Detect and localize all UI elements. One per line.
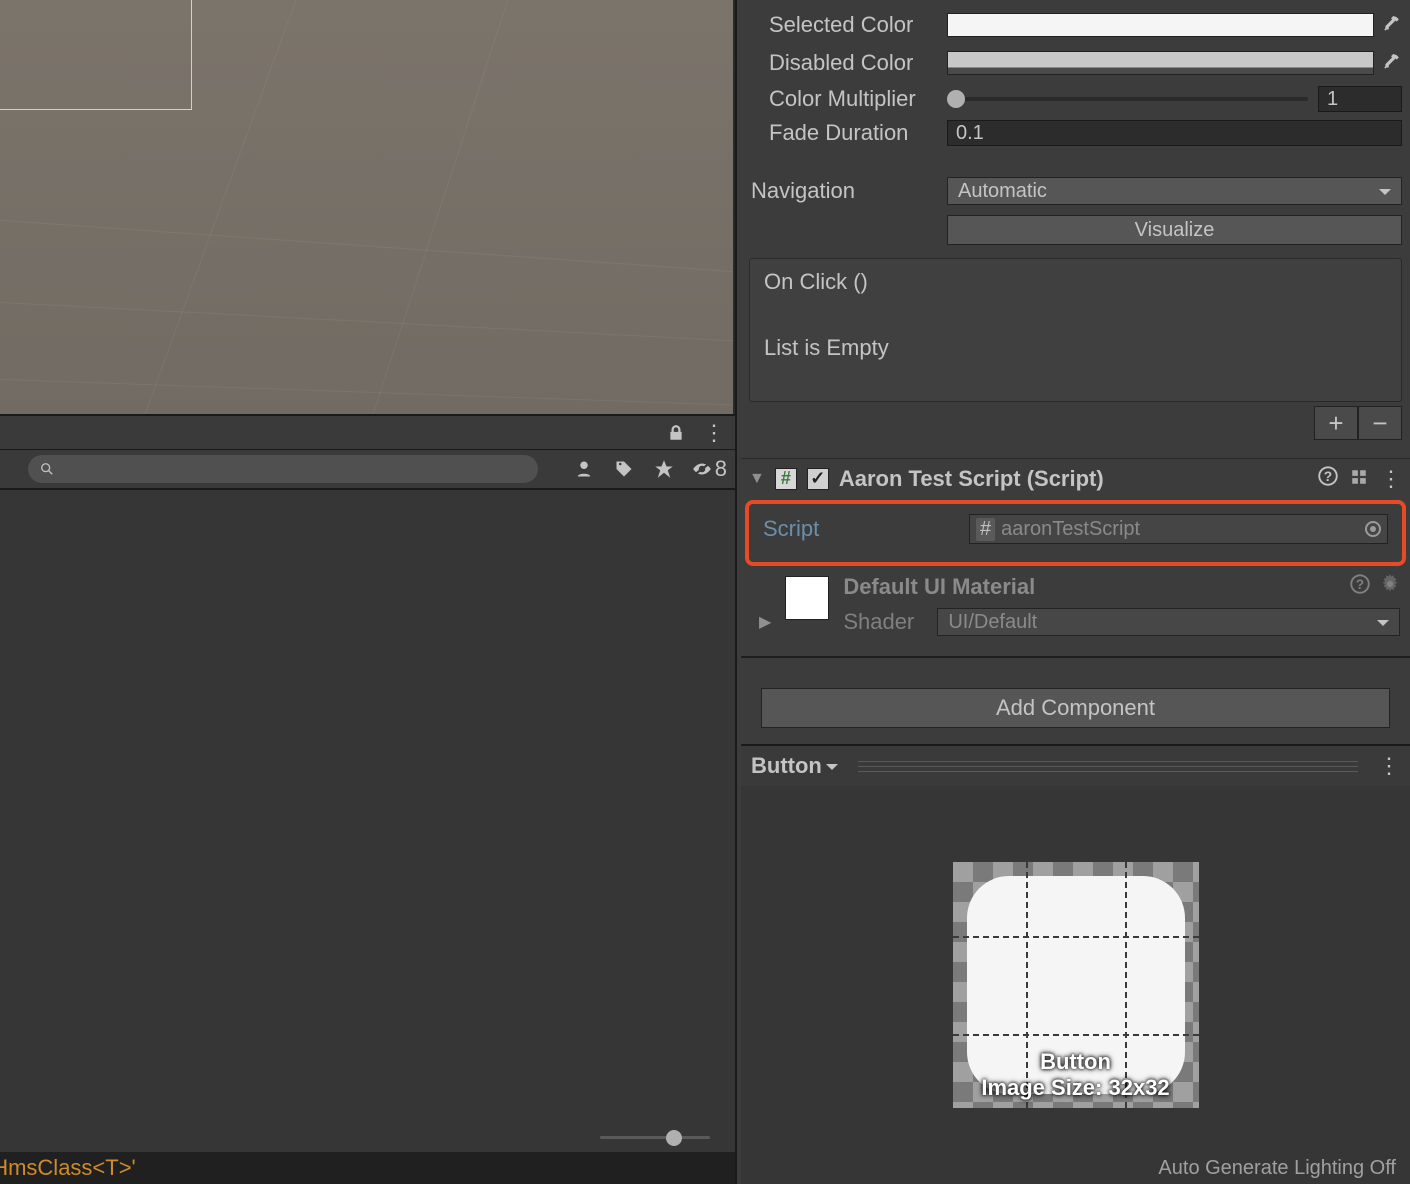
filter-by-label-icon[interactable] [611,456,637,482]
project-toolbar: 8 [0,450,735,490]
visualize-row: Visualize [741,212,1410,248]
svg-text:?: ? [1356,577,1364,592]
color-multiplier-slider[interactable] [947,97,1308,101]
sprite-preview: Button Image Size: 32x32 [953,862,1199,1108]
material-title: Default UI Material [843,574,1035,600]
onclick-empty: List is Empty [764,335,1387,361]
lighting-status: Auto Generate Lighting Off [1158,1157,1396,1180]
foldout-icon[interactable]: ▼ [749,470,765,488]
svg-text:?: ? [1324,469,1332,484]
fade-duration-value[interactable]: 0.1 [947,120,1402,146]
left-pane: ⋮ 8 [0,0,735,1184]
help-icon[interactable]: ? [1318,466,1338,492]
script-label: Script [763,516,969,542]
navigation-row: Navigation Automatic [741,170,1410,212]
selection-outline [0,0,192,110]
script-file-icon: # [775,468,797,490]
eyedropper-icon[interactable] [1380,54,1402,72]
shader-label: Shader [843,609,923,635]
panel-toolbar: ⋮ [0,414,735,450]
disabled-color-row: Disabled Color [741,44,1410,82]
color-multiplier-row: Color Multiplier 1 [741,82,1410,116]
preview-name[interactable]: Button [751,753,838,779]
add-event-button[interactable]: + [1314,406,1358,440]
shader-dropdown[interactable]: UI/Default [937,608,1400,636]
kebab-icon[interactable]: ⋮ [1378,753,1400,779]
thumbnail-size-slider[interactable] [600,1130,710,1144]
color-multiplier-value[interactable]: 1 [1318,86,1402,112]
kebab-icon[interactable]: ⋮ [701,420,727,446]
project-content[interactable] [0,490,735,1152]
filter-by-type-icon[interactable] [571,456,597,482]
inspector-panel: Pressed Color Selected Color Disabled Co… [735,0,1410,1184]
lock-icon[interactable] [663,420,689,446]
fade-duration-row: Fade Duration 0.1 [741,116,1410,150]
fade-duration-label: Fade Duration [769,120,947,146]
asset-preview-section: Button ⋮ Button Image Size: 32x32 [741,744,1410,1184]
script-value: aaronTestScript [1001,518,1140,541]
help-icon[interactable]: ? [1350,574,1370,600]
object-picker-icon[interactable] [1365,521,1381,537]
kebab-icon[interactable]: ⋮ [1380,466,1402,492]
selected-color-row: Selected Color [741,6,1410,44]
script-component-header[interactable]: ▼ # ✓ Aaron Test Script (Script) ? ⋮ [741,458,1410,498]
onclick-events: On Click () List is Empty [749,258,1402,402]
favorite-icon[interactable] [651,456,677,482]
navigation-dropdown[interactable]: Automatic [947,177,1402,205]
drag-handle[interactable] [858,760,1358,772]
remove-event-button[interactable]: − [1358,406,1402,440]
selected-color-swatch[interactable] [947,13,1374,37]
disabled-color-label: Disabled Color [769,50,947,76]
material-section: ▶ Default UI Material ? Shader UI/Defaul… [741,568,1410,640]
hidden-count: 8 [715,456,727,482]
scene-viewport[interactable] [0,0,735,414]
onclick-title: On Click () [764,269,1387,295]
component-title: Aaron Test Script (Script) [839,466,1308,492]
highlight-annotation: Script # aaronTestScript [745,500,1406,566]
preset-icon[interactable] [1350,466,1368,492]
navigation-label: Navigation [751,178,947,204]
eyedropper-icon[interactable] [1380,16,1402,34]
script-field-row: Script # aaronTestScript [755,510,1396,544]
expand-icon[interactable]: ▶ [755,612,771,632]
preview-caption: Button Image Size: 32x32 [953,1049,1199,1100]
disabled-color-swatch[interactable] [947,51,1374,75]
hidden-icon[interactable]: 8 [691,456,727,482]
gear-icon[interactable] [1380,574,1400,600]
status-bar: 'HmsClass<T>' [0,1152,735,1184]
visualize-button[interactable]: Visualize [947,215,1402,245]
material-preview[interactable] [785,576,829,620]
status-text: 'HmsClass<T>' [0,1155,136,1181]
selected-color-label: Selected Color [769,12,947,38]
search-input[interactable] [28,455,538,483]
color-multiplier-label: Color Multiplier [769,86,947,112]
enable-checkbox[interactable]: ✓ [807,468,829,490]
script-object-field[interactable]: # aaronTestScript [969,514,1388,544]
add-component-button[interactable]: Add Component [761,688,1390,728]
